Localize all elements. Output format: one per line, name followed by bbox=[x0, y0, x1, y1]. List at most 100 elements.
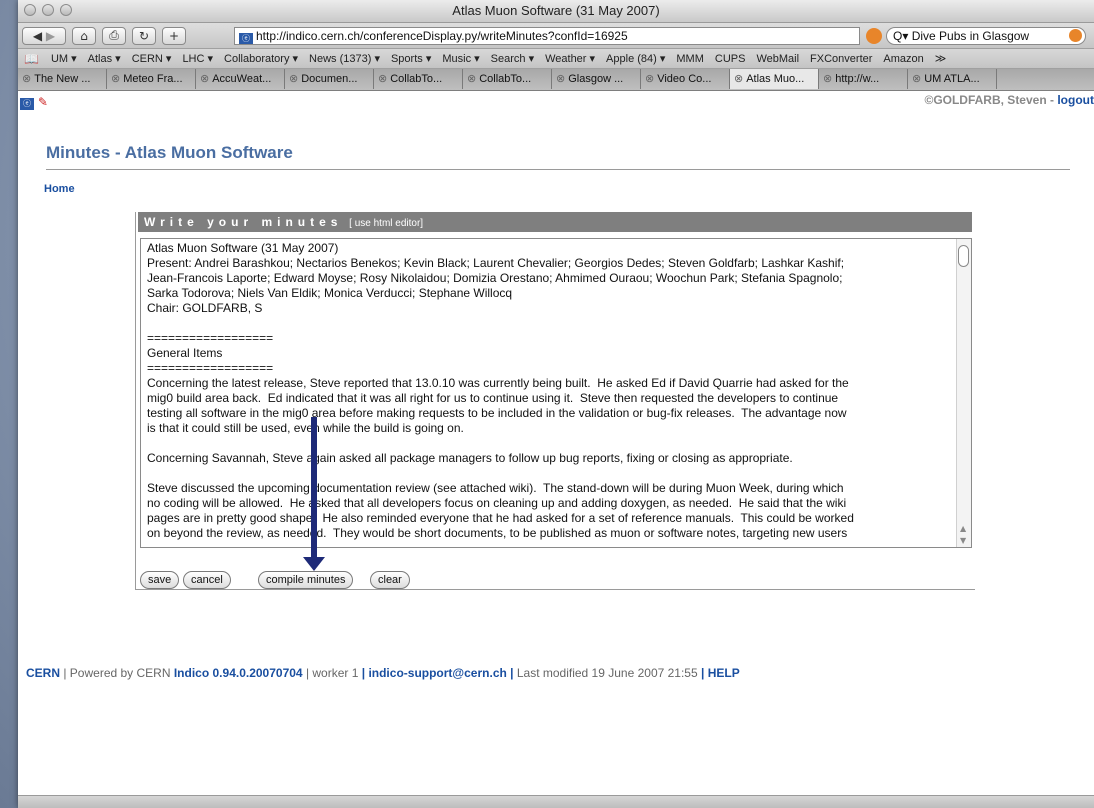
print-icon: ⎙ bbox=[109, 28, 119, 42]
page-title: Minutes - Atlas Muon Software bbox=[46, 143, 1070, 170]
bookmark-item[interactable]: Music ▾ bbox=[442, 52, 479, 65]
footer: CERN | Powered by CERN Indico 0.94.0.200… bbox=[26, 666, 740, 680]
browser-tab[interactable]: ⊗ CollabTo... bbox=[374, 69, 463, 89]
tab-label: Meteo Fra... bbox=[123, 73, 183, 85]
tab-close-icon[interactable]: ⊗ bbox=[734, 73, 743, 85]
browser-tab[interactable]: ⊗ Video Co... bbox=[641, 69, 730, 89]
browser-tab[interactable]: ⊗ CollabTo... bbox=[463, 69, 552, 89]
bookmark-item[interactable]: ≫ bbox=[935, 52, 947, 65]
tab-close-icon[interactable]: ⊗ bbox=[823, 73, 832, 85]
minutes-paragraph: ================== General Items =======… bbox=[147, 331, 849, 435]
title-bar: Atlas Muon Software (31 May 2007) bbox=[18, 0, 1094, 23]
forward-icon[interactable]: ▶ bbox=[46, 29, 55, 43]
footer-support-link[interactable]: | indico-support@cern.ch | bbox=[362, 666, 514, 680]
bookmark-item[interactable]: MMM bbox=[676, 53, 704, 65]
bookmark-item[interactable]: LHC ▾ bbox=[182, 52, 213, 65]
rss-icon[interactable] bbox=[866, 28, 882, 44]
browser-window: Atlas Muon Software (31 May 2007) ◀ ▶ ⌂ … bbox=[18, 0, 1094, 808]
navigation-toolbar: ◀ ▶ ⌂ ⎙ ↻ + ⓔ http://indico.cern.ch/confe… bbox=[18, 23, 1094, 49]
tab-close-icon[interactable]: ⊗ bbox=[912, 73, 921, 85]
footer-modified: Last modified 19 June 2007 21:55 bbox=[513, 666, 701, 680]
bookmark-item[interactable]: Weather ▾ bbox=[545, 52, 595, 65]
logout-link[interactable]: logout bbox=[1057, 93, 1094, 107]
browser-tab[interactable]: ⊗ The New ... bbox=[18, 69, 107, 89]
zoom-window-button[interactable] bbox=[60, 4, 72, 16]
footer-indico-link[interactable]: Indico 0.94.0.20070704 bbox=[174, 666, 303, 680]
print-button[interactable]: ⎙ bbox=[102, 26, 126, 45]
home-link[interactable]: Home bbox=[44, 183, 75, 195]
tab-close-icon[interactable]: ⊗ bbox=[200, 73, 209, 85]
user-info: ©GOLDFARB, Steven - logout bbox=[924, 93, 1094, 107]
new-tab-button[interactable]: + bbox=[162, 26, 186, 45]
tab-label: AccuWeat... bbox=[212, 73, 272, 85]
scroll-thumb[interactable] bbox=[958, 245, 969, 267]
editor-heading: Write your minutes bbox=[144, 215, 343, 229]
browser-tab[interactable]: ⊗ UM ATLA... bbox=[908, 69, 997, 89]
status-bar bbox=[18, 795, 1094, 808]
browser-tab[interactable]: ⊗ AccuWeat... bbox=[196, 69, 285, 89]
bookmarks-bar: 📖 UM ▾ Atlas ▾ CERN ▾ LHC ▾ Collaboratory ▾ N… bbox=[18, 49, 1094, 69]
bookmark-item[interactable]: Collaboratory ▾ bbox=[224, 52, 298, 65]
search-icon[interactable] bbox=[1069, 29, 1082, 42]
tab-close-icon[interactable]: ⊗ bbox=[289, 73, 298, 85]
bookmark-item[interactable]: News (1373) ▾ bbox=[309, 52, 380, 65]
browser-tab[interactable]: ⊗ http://w... bbox=[819, 69, 908, 89]
html-editor-link[interactable]: [ use html editor] bbox=[349, 218, 423, 229]
scroll-down-icon[interactable]: ▼ bbox=[960, 536, 966, 545]
tab-close-icon[interactable]: ⊗ bbox=[467, 73, 476, 85]
reload-icon: ↻ bbox=[138, 28, 150, 43]
reload-button[interactable]: ↻ bbox=[132, 26, 156, 45]
tab-close-icon[interactable]: ⊗ bbox=[378, 73, 387, 85]
search-field[interactable]: Q▾ Dive Pubs in Glasgow bbox=[886, 27, 1086, 45]
bookmarks-book-icon[interactable]: 📖 bbox=[24, 52, 39, 66]
scroll-up-icon[interactable]: ▲ bbox=[960, 524, 966, 533]
home-button[interactable]: ⌂ bbox=[72, 26, 96, 45]
cern-logo-icon[interactable]: ⓔ bbox=[20, 98, 34, 110]
browser-tab[interactable]: ⊗ Glasgow ... bbox=[552, 69, 641, 89]
bookmark-item[interactable]: UM ▾ bbox=[51, 52, 77, 65]
footer-powered: | Powered by CERN bbox=[60, 666, 174, 680]
browser-tab[interactable]: ⊗ Atlas Muo... bbox=[730, 69, 819, 89]
compile-minutes-button[interactable]: compile minutes bbox=[258, 571, 354, 589]
browser-tab[interactable]: ⊗ Documen... bbox=[285, 69, 374, 89]
bookmark-item[interactable]: Atlas ▾ bbox=[88, 52, 121, 65]
back-icon[interactable]: ◀ bbox=[33, 29, 42, 43]
minutes-paragraph: Atlas Muon Software (31 May 2007) Presen… bbox=[147, 241, 845, 315]
minutes-paragraph: Steve discussed the upcoming documentati… bbox=[147, 481, 854, 540]
bookmark-item[interactable]: FXConverter bbox=[810, 53, 872, 65]
user-name: GOLDFARB, Steven bbox=[933, 93, 1047, 107]
search-query: Q▾ Dive Pubs in Glasgow bbox=[893, 29, 1030, 43]
address-bar[interactable]: ⓔ http://indico.cern.ch/conferenceDisplay… bbox=[234, 27, 860, 45]
scrollbar[interactable]: ▲ ▼ bbox=[956, 239, 971, 547]
tab-label: CollabTo... bbox=[390, 73, 443, 85]
page-content: ⓔ ✎ ©GOLDFARB, Steven - logout Minutes -… bbox=[18, 91, 1094, 808]
tab-close-icon[interactable]: ⊗ bbox=[111, 73, 120, 85]
back-forward-button[interactable]: ◀ ▶ bbox=[22, 26, 66, 45]
pencil-icon[interactable]: ✎ bbox=[38, 95, 48, 109]
user-separator: - bbox=[1046, 93, 1058, 107]
bookmark-item[interactable]: Amazon bbox=[883, 53, 923, 65]
clear-button[interactable]: clear bbox=[370, 571, 410, 589]
window-title: Atlas Muon Software (31 May 2007) bbox=[452, 3, 660, 18]
bookmark-item[interactable]: CUPS bbox=[715, 53, 746, 65]
bookmark-item[interactable]: CERN ▾ bbox=[132, 52, 172, 65]
minutes-textarea[interactable]: Atlas Muon Software (31 May 2007) Presen… bbox=[140, 238, 972, 548]
bookmark-item[interactable]: Search ▾ bbox=[491, 52, 534, 65]
minutes-paragraph: Concerning Savannah, Steve again asked a… bbox=[147, 451, 793, 465]
save-button[interactable]: save bbox=[140, 571, 180, 589]
bookmark-item[interactable]: Apple (84) ▾ bbox=[606, 52, 665, 65]
footer-cern-link[interactable]: CERN bbox=[26, 666, 60, 680]
tab-close-icon[interactable]: ⊗ bbox=[556, 73, 565, 85]
bookmark-item[interactable]: Sports ▾ bbox=[391, 52, 431, 65]
cancel-button[interactable]: cancel bbox=[183, 571, 231, 589]
tab-close-icon[interactable]: ⊗ bbox=[22, 73, 31, 85]
minimize-window-button[interactable] bbox=[42, 4, 54, 16]
favicon: ⓔ bbox=[239, 33, 253, 44]
editor-header: Write your minutes [ use html editor] bbox=[138, 212, 972, 232]
bookmark-item[interactable]: WebMail bbox=[756, 53, 799, 65]
footer-help-link[interactable]: | HELP bbox=[701, 666, 740, 680]
close-window-button[interactable] bbox=[24, 4, 36, 16]
browser-tab[interactable]: ⊗ Meteo Fra... bbox=[107, 69, 196, 89]
tab-close-icon[interactable]: ⊗ bbox=[645, 73, 654, 85]
tab-label: http://w... bbox=[835, 73, 880, 85]
